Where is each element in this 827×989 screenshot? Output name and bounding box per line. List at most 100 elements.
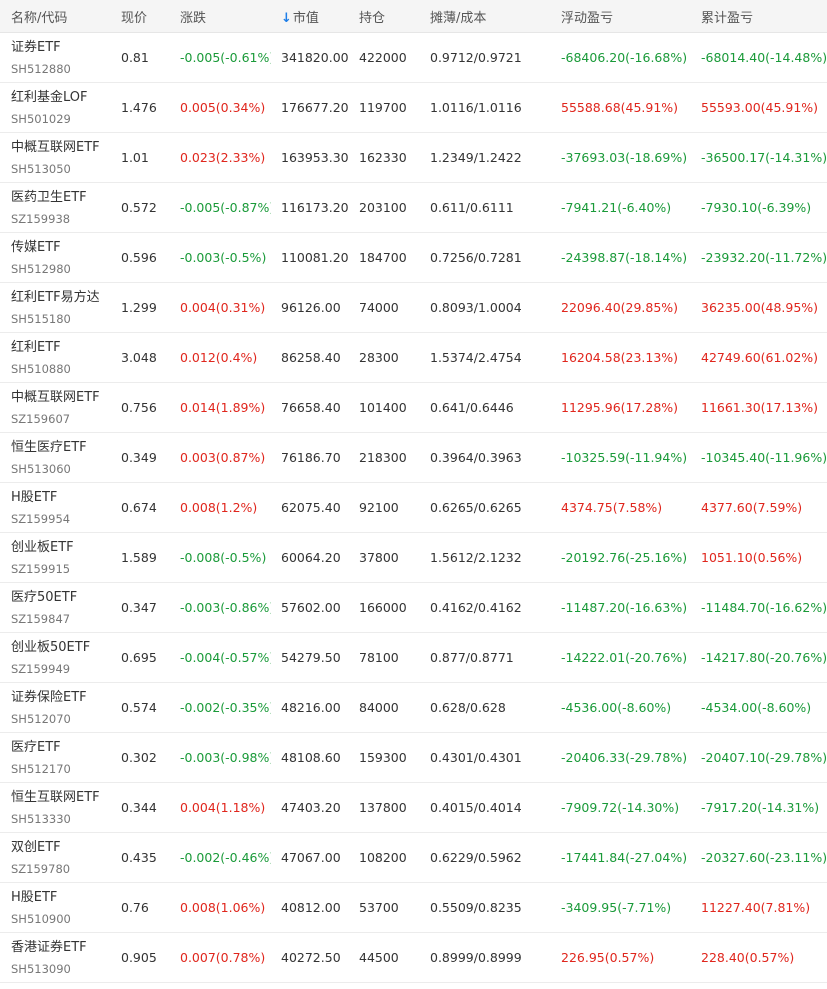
table-row[interactable]: 医药卫生ETF SZ159938 0.572 -0.005(-0.87%) 116173… xyxy=(0,183,827,233)
float-pl-cell: 4374.75(7.58%) xyxy=(561,500,663,515)
table-row[interactable]: 创业板ETF SZ159915 1.589 -0.008(-0.5%) 60064.20… xyxy=(0,533,827,583)
cost-cell: 0.8093/1.0004 xyxy=(430,300,522,315)
change-cell: -0.003(-0.5%) xyxy=(180,250,267,265)
total-pl-cell: -23932.20(-11.72%) xyxy=(701,250,827,265)
change-cell: -0.003(-0.86%) xyxy=(180,600,271,615)
fund-name-code-cell: 香港证券ETF SH513090 xyxy=(0,939,110,977)
total-pl-cell: 36235.00(48.95%) xyxy=(701,300,819,315)
fund-name[interactable]: 恒生互联网ETF xyxy=(11,789,110,807)
position-cell: 184700 xyxy=(359,250,407,265)
market-value-cell: 76186.70 xyxy=(281,450,341,465)
header-market-value[interactable]: ↓市值 xyxy=(271,7,350,26)
cost-cell: 1.5612/2.1232 xyxy=(430,550,522,565)
table-row[interactable]: 红利基金LOF SH501029 1.476 0.005(0.34%) 176677.2… xyxy=(0,83,827,133)
price-cell: 0.344 xyxy=(121,800,157,815)
table-row[interactable]: 恒生互联网ETF SH513330 0.344 0.004(1.18%) 47403.2… xyxy=(0,783,827,833)
position-cell: 28300 xyxy=(359,350,399,365)
fund-name[interactable]: 红利ETF xyxy=(11,339,110,357)
fund-name[interactable]: 医疗ETF xyxy=(11,739,110,757)
fund-name[interactable]: 创业板50ETF xyxy=(11,639,110,657)
change-cell: 0.023(2.33%) xyxy=(180,150,266,165)
fund-name[interactable]: 香港证券ETF xyxy=(11,939,110,957)
header-position[interactable]: 持仓 xyxy=(350,7,420,26)
market-value-cell: 47403.20 xyxy=(281,800,341,815)
position-cell: 119700 xyxy=(359,100,407,115)
market-value-cell: 40272.50 xyxy=(281,950,341,965)
header-name-code[interactable]: 名称/代码 xyxy=(0,7,110,26)
header-cost[interactable]: 摊薄/成本 xyxy=(420,7,551,26)
float-pl-cell: 226.95(0.57%) xyxy=(561,950,655,965)
fund-code: SH512070 xyxy=(11,711,71,726)
cost-cell: 0.6229/0.5962 xyxy=(430,850,522,865)
market-value-cell: 116173.20 xyxy=(281,200,349,215)
fund-name[interactable]: 双创ETF xyxy=(11,839,110,857)
change-cell: 0.007(0.78%) xyxy=(180,950,266,965)
fund-code: SH501029 xyxy=(11,111,71,126)
float-pl-cell: 11295.96(17.28%) xyxy=(561,400,679,415)
total-pl-cell: 11227.40(7.81%) xyxy=(701,900,811,915)
market-value-cell: 48216.00 xyxy=(281,700,341,715)
table-row[interactable]: 医疗ETF SH512170 0.302 -0.003(-0.98%) 48108.60… xyxy=(0,733,827,783)
table-row[interactable]: 中概互联网ETF SH513050 1.01 0.023(2.33%) 163953.3… xyxy=(0,133,827,183)
position-cell: 159300 xyxy=(359,750,407,765)
float-pl-cell: -11487.20(-16.63%) xyxy=(561,600,688,615)
header-change[interactable]: 涨跌 xyxy=(170,7,271,26)
fund-name-code-cell: H股ETF SH510900 xyxy=(0,889,110,927)
float-pl-cell: -17441.84(-27.04%) xyxy=(561,850,688,865)
price-cell: 0.596 xyxy=(121,250,157,265)
table-row[interactable]: 证券保险ETF SH512070 0.574 -0.002(-0.35%) 48216.… xyxy=(0,683,827,733)
table-body: 证券ETF SH512880 0.81 -0.005(-0.61%) 341820.00… xyxy=(0,33,827,983)
fund-name[interactable]: 红利ETF易方达 xyxy=(11,289,110,307)
market-value-cell: 76658.40 xyxy=(281,400,341,415)
fund-name[interactable]: 红利基金LOF xyxy=(11,89,110,107)
header-total-pl[interactable]: 累计盈亏 xyxy=(691,7,827,26)
total-pl-cell: 228.40(0.57%) xyxy=(701,950,795,965)
table-row[interactable]: 中概互联网ETF SZ159607 0.756 0.014(1.89%) 76658.4… xyxy=(0,383,827,433)
market-value-cell: 163953.30 xyxy=(281,150,349,165)
cost-cell: 0.877/0.8771 xyxy=(430,650,514,665)
fund-code: SZ159607 xyxy=(11,411,71,426)
fund-code: SH512880 xyxy=(11,61,71,76)
market-value-cell: 60064.20 xyxy=(281,550,341,565)
table-row[interactable]: 红利ETF易方达 SH515180 1.299 0.004(0.31%) 96126.0… xyxy=(0,283,827,333)
fund-code: SH513050 xyxy=(11,161,71,176)
table-row[interactable]: 医疗50ETF SZ159847 0.347 -0.003(-0.86%) 57602.… xyxy=(0,583,827,633)
fund-name[interactable]: 证券ETF xyxy=(11,39,110,57)
table-row[interactable]: 创业板50ETF SZ159949 0.695 -0.004(-0.57%) 54279… xyxy=(0,633,827,683)
fund-name[interactable]: 中概互联网ETF xyxy=(11,139,110,157)
fund-name[interactable]: H股ETF xyxy=(11,489,110,507)
table-row[interactable]: H股ETF SZ159954 0.674 0.008(1.2%) 62075.40 921… xyxy=(0,483,827,533)
table-row[interactable]: 恒生医疗ETF SH513060 0.349 0.003(0.87%) 76186.70… xyxy=(0,433,827,483)
fund-name[interactable]: H股ETF xyxy=(11,889,110,907)
fund-name[interactable]: 恒生医疗ETF xyxy=(11,439,110,457)
fund-code: SH510900 xyxy=(11,911,71,926)
fund-name[interactable]: 创业板ETF xyxy=(11,539,110,557)
header-price[interactable]: 现价 xyxy=(110,7,170,26)
table-row[interactable]: 证券ETF SH512880 0.81 -0.005(-0.61%) 341820.00… xyxy=(0,33,827,83)
position-cell: 74000 xyxy=(359,300,399,315)
fund-name[interactable]: 医疗50ETF xyxy=(11,589,110,607)
header-float-pl[interactable]: 浮动盈亏 xyxy=(551,7,691,26)
change-cell: 0.014(1.89%) xyxy=(180,400,266,415)
fund-name[interactable]: 传媒ETF xyxy=(11,239,110,257)
table-row[interactable]: 香港证券ETF SH513090 0.905 0.007(0.78%) 40272.50… xyxy=(0,933,827,983)
cost-cell: 0.4162/0.4162 xyxy=(430,600,522,615)
fund-name[interactable]: 证券保险ETF xyxy=(11,689,110,707)
cost-cell: 1.2349/1.2422 xyxy=(430,150,522,165)
float-pl-cell: 22096.40(29.85%) xyxy=(561,300,679,315)
price-cell: 0.302 xyxy=(121,750,157,765)
cost-cell: 0.641/0.6446 xyxy=(430,400,514,415)
fund-name[interactable]: 医药卫生ETF xyxy=(11,189,110,207)
change-cell: 0.008(1.06%) xyxy=(180,900,266,915)
table-row[interactable]: 传媒ETF SH512980 0.596 -0.003(-0.5%) 110081.20… xyxy=(0,233,827,283)
table-row[interactable]: 红利ETF SH510880 3.048 0.012(0.4%) 86258.40 283… xyxy=(0,333,827,383)
fund-name[interactable]: 中概互联网ETF xyxy=(11,389,110,407)
market-value-cell: 62075.40 xyxy=(281,500,341,515)
table-row[interactable]: 双创ETF SZ159780 0.435 -0.002(-0.46%) 47067.00… xyxy=(0,833,827,883)
table-row[interactable]: H股ETF SH510900 0.76 0.008(1.06%) 40812.00 537… xyxy=(0,883,827,933)
change-cell: 0.003(0.87%) xyxy=(180,450,266,465)
cost-cell: 0.6265/0.6265 xyxy=(430,500,522,515)
price-cell: 0.349 xyxy=(121,450,157,465)
change-cell: -0.005(-0.87%) xyxy=(180,200,271,215)
position-cell: 101400 xyxy=(359,400,407,415)
